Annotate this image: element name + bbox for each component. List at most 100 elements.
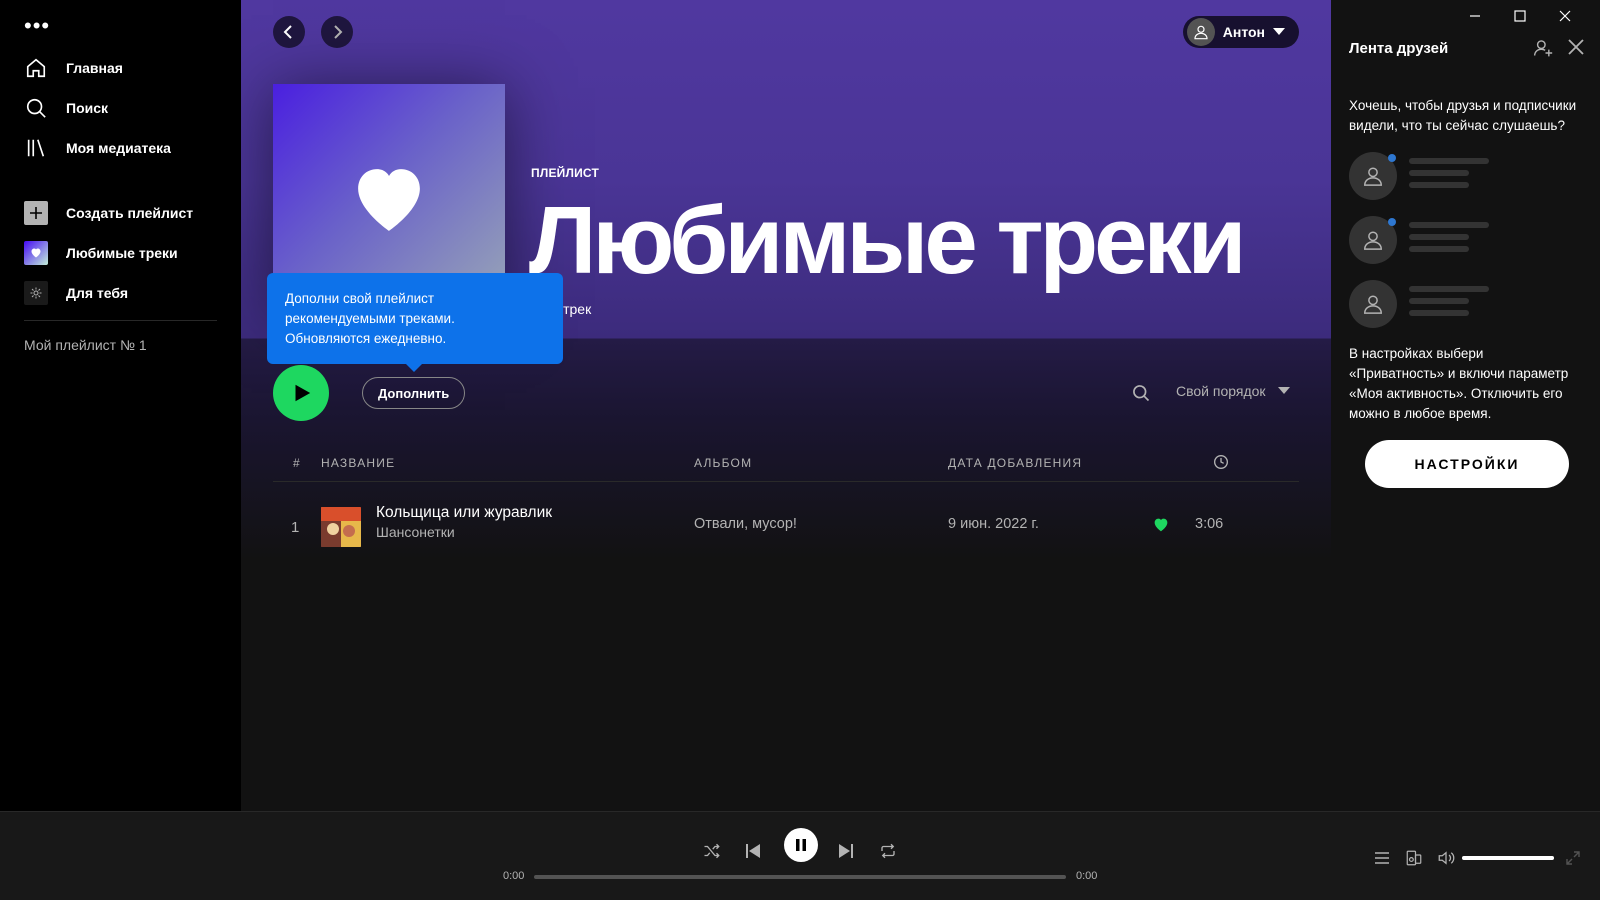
sort-label: Свой порядок xyxy=(1176,383,1266,399)
sidebar-playlist-item[interactable]: Мой плейлист № 1 xyxy=(24,337,147,353)
prompt-line-2: видели, что ты сейчас слушаешь? xyxy=(1349,118,1565,133)
track-number: 1 xyxy=(291,519,300,536)
sidebar-item-label: Поиск xyxy=(66,100,109,116)
main-view: Антон ПЛЕЙЛИСТ Любимые треки н • 1 трек … xyxy=(241,0,1331,811)
tooltip-line-1: Дополни свой плейлист xyxy=(285,291,435,306)
caret-down-icon xyxy=(1277,387,1290,394)
menu-dots-icon[interactable]: ••• xyxy=(24,15,50,37)
placeholder-line xyxy=(1409,158,1489,164)
page-title: Любимые треки xyxy=(529,187,1247,294)
pause-button[interactable] xyxy=(784,828,818,862)
column-date-added[interactable]: ДАТА ДОБАВЛЕНИЯ xyxy=(948,456,1082,470)
placeholder-line xyxy=(1409,310,1469,316)
total-time: 0:00 xyxy=(1076,870,1098,882)
tooltip-arrow xyxy=(405,363,423,372)
plus-icon xyxy=(24,201,48,225)
chevron-left-icon xyxy=(283,25,292,39)
search-icon xyxy=(24,96,48,120)
sidebar-item-create-playlist[interactable]: Создать плейлист xyxy=(24,199,193,227)
table-row[interactable]: 1 Кольщица или журавлик Шансонетки Отвал… xyxy=(273,504,1299,552)
column-album[interactable]: АЛЬБОМ xyxy=(694,456,752,470)
sidebar-item-home[interactable]: Главная xyxy=(24,54,123,82)
sun-icon xyxy=(24,281,48,305)
clock-icon xyxy=(1213,454,1229,473)
placeholder-line xyxy=(1409,222,1489,228)
minimize-icon[interactable] xyxy=(1459,6,1491,26)
placeholder-line xyxy=(1409,298,1469,304)
prompt-line-1: Хочешь, чтобы друзья и подписчики xyxy=(1349,98,1577,113)
sidebar-item-label: Любимые треки xyxy=(66,245,178,261)
next-icon[interactable] xyxy=(830,835,862,867)
chevron-right-icon xyxy=(334,25,343,39)
friend-feed-hint: В настройках выбери «Приватность» и вклю… xyxy=(1349,344,1589,424)
tooltip-line-2: рекомендуемыми треками. xyxy=(285,311,455,326)
sidebar-item-search[interactable]: Поиск xyxy=(24,94,108,122)
add-friend-icon[interactable] xyxy=(1533,38,1553,63)
search-icon[interactable] xyxy=(1131,383,1151,403)
tracklist-header: # НАЗВАНИЕ АЛЬБОМ ДАТА ДОБАВЛЕНИЯ xyxy=(273,452,1299,482)
user-menu-button[interactable]: Антон xyxy=(1182,16,1299,48)
track-artist[interactable]: Шансонетки xyxy=(376,524,455,540)
placeholder-line xyxy=(1409,234,1469,240)
hint-line-2: «Приватность» и включи параметр xyxy=(1349,366,1569,381)
back-button[interactable] xyxy=(273,16,305,48)
home-icon xyxy=(24,56,48,80)
friend-placeholder-row xyxy=(1349,216,1589,264)
elapsed-time: 0:00 xyxy=(503,870,525,882)
track-title[interactable]: Кольщица или журавлик xyxy=(376,504,552,522)
column-title[interactable]: НАЗВАНИЕ xyxy=(321,456,395,470)
volume-fill xyxy=(1462,856,1554,860)
album-art xyxy=(321,507,361,547)
sidebar-item-library[interactable]: Моя медиатека xyxy=(24,134,171,162)
close-icon[interactable] xyxy=(1567,38,1585,61)
column-number: # xyxy=(293,456,301,470)
devices-icon[interactable] xyxy=(1398,842,1430,874)
caret-down-icon xyxy=(1273,28,1285,35)
now-playing-bar: 0:00 0:00 xyxy=(0,811,1600,900)
forward-button[interactable] xyxy=(321,16,353,48)
pause-icon xyxy=(796,839,806,851)
track-album[interactable]: Отвали, мусор! xyxy=(694,516,797,532)
user-name: Антон xyxy=(1222,24,1265,40)
maximize-icon[interactable] xyxy=(1504,6,1536,26)
tooltip-line-3: Обновляются ежедневно. xyxy=(285,331,447,346)
shuffle-icon[interactable] xyxy=(696,835,728,867)
placeholder-line xyxy=(1409,182,1469,188)
sidebar-divider xyxy=(24,320,217,321)
sidebar: ••• Главная Поиск Моя медиатека Создать … xyxy=(0,0,241,811)
heart-icon[interactable] xyxy=(1153,517,1169,536)
sidebar-item-liked-tracks[interactable]: Любимые треки xyxy=(24,239,178,267)
friend-placeholder-row xyxy=(1349,280,1589,328)
avatar xyxy=(1186,18,1215,46)
sidebar-item-label: Создать плейлист xyxy=(66,205,194,221)
add-tracks-button[interactable]: Дополнить xyxy=(362,377,466,409)
sidebar-item-label: Главная xyxy=(66,60,123,76)
queue-icon[interactable] xyxy=(1366,842,1398,874)
heart-icon xyxy=(24,241,48,265)
user-icon xyxy=(1194,25,1208,40)
placeholder-line xyxy=(1409,286,1489,292)
repeat-icon[interactable] xyxy=(872,835,904,867)
friend-feed-title: Лента друзей xyxy=(1349,40,1449,57)
online-dot xyxy=(1388,154,1396,162)
placeholder-line xyxy=(1409,170,1469,176)
fullscreen-icon[interactable] xyxy=(1557,842,1589,874)
friend-feed-prompt: Хочешь, чтобы друзья и подписчики видели… xyxy=(1349,96,1589,136)
volume-slider[interactable] xyxy=(1462,856,1554,860)
settings-button[interactable]: НАСТРОЙКИ xyxy=(1365,440,1569,488)
hint-line-4: можно в любое время. xyxy=(1349,406,1492,421)
window-close-icon[interactable] xyxy=(1549,6,1581,26)
sort-dropdown[interactable]: Свой порядок xyxy=(1176,383,1290,399)
play-button[interactable] xyxy=(273,365,329,421)
progress-bar[interactable] xyxy=(534,875,1066,879)
placeholder-line xyxy=(1409,246,1469,252)
hint-line-1: В настройках выбери xyxy=(1349,346,1484,361)
friend-activity-panel: Лента друзей Хочешь, чтобы друзья и подп… xyxy=(1331,0,1600,811)
user-icon xyxy=(1349,280,1397,328)
previous-icon[interactable] xyxy=(737,835,769,867)
heart-icon xyxy=(358,169,420,231)
sidebar-item-for-you[interactable]: Для тебя xyxy=(24,279,128,307)
volume-icon[interactable] xyxy=(1430,842,1462,874)
playlist-type-label: ПЛЕЙЛИСТ xyxy=(531,166,600,180)
online-dot xyxy=(1388,218,1396,226)
